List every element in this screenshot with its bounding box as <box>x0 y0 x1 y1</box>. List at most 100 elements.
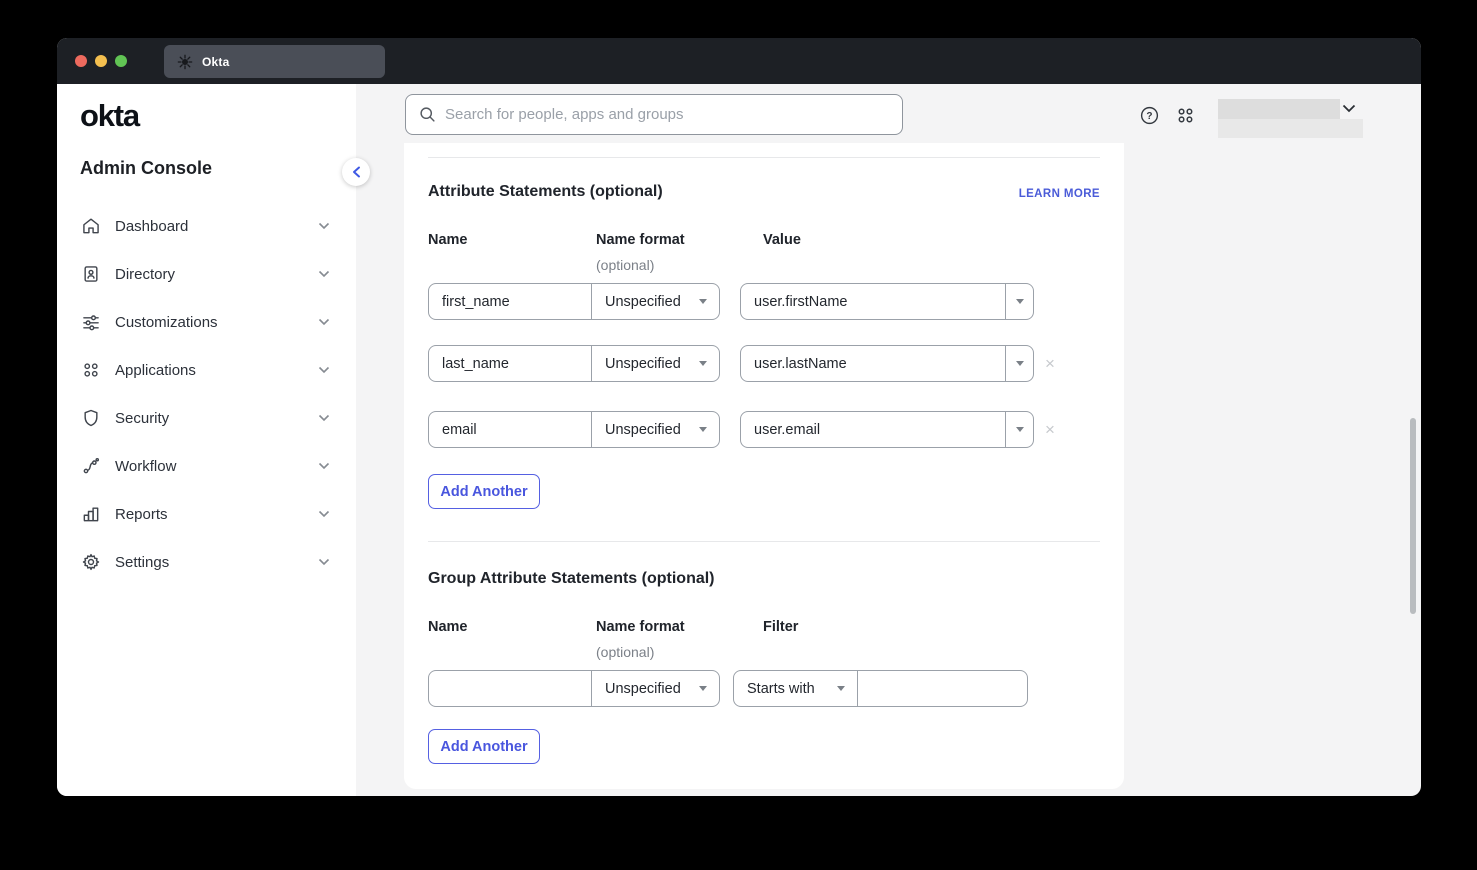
attr-format-value: Unspecified <box>605 356 681 372</box>
add-another-group-attribute-button[interactable]: Add Another <box>428 729 540 764</box>
column-header-name-format: Name format <box>596 232 685 248</box>
filter-operator-value: Starts with <box>747 681 815 697</box>
attribute-row: Unspecified <box>428 345 720 382</box>
caret-down-icon <box>1016 299 1024 304</box>
chevron-down-icon <box>318 558 330 566</box>
group-attribute-row: Unspecified <box>428 670 720 707</box>
remove-row-button[interactable]: × <box>1040 345 1060 382</box>
sidebar-item-label: Workflow <box>115 458 318 475</box>
user-name-redacted <box>1218 99 1340 119</box>
help-icon[interactable]: ? <box>1138 104 1160 126</box>
user-org-redacted <box>1218 119 1363 138</box>
minimize-window-button[interactable] <box>95 55 107 67</box>
search-icon <box>419 106 436 123</box>
sidebar-item-settings[interactable]: Settings <box>57 538 356 586</box>
sidebar-item-label: Customizations <box>115 314 318 331</box>
screen: Okta okta Admin Console Dashboard <box>0 0 1477 870</box>
attr-format-value: Unspecified <box>605 422 681 438</box>
filter-operator-select[interactable]: Starts with <box>734 671 858 706</box>
attr-name-input[interactable] <box>429 412 592 447</box>
attr-value-dropdown-button[interactable] <box>1005 412 1033 447</box>
caret-down-icon <box>1016 427 1024 432</box>
attribute-row: Unspecified <box>428 283 720 320</box>
attribute-statements-title: Attribute Statements (optional) <box>428 183 663 201</box>
directory-icon <box>81 264 101 284</box>
traffic-lights <box>75 55 127 67</box>
sidebar-item-reports[interactable]: Reports <box>57 490 356 538</box>
chevron-down-icon <box>318 270 330 278</box>
sidebar-nav: Dashboard Directory <box>57 202 356 586</box>
attr-value-input[interactable] <box>741 284 1005 319</box>
sidebar-item-label: Directory <box>115 266 318 283</box>
attr-value-dropdown-button[interactable] <box>1005 284 1033 319</box>
attribute-value-combo <box>740 411 1034 448</box>
column-header-name: Name <box>428 619 468 635</box>
column-header-value: Value <box>763 232 801 248</box>
zoom-window-button[interactable] <box>115 55 127 67</box>
attr-format-select[interactable]: Unspecified <box>592 284 719 319</box>
group-attribute-statements-title: Group Attribute Statements (optional) <box>428 570 715 588</box>
sidebar-collapse-button[interactable] <box>342 158 370 186</box>
svg-text:?: ? <box>1146 111 1152 122</box>
sidebar-item-label: Reports <box>115 506 318 523</box>
attribute-row: Unspecified <box>428 411 720 448</box>
attr-value-input[interactable] <box>741 412 1005 447</box>
admin-console-title: Admin Console <box>80 158 212 179</box>
filter-value-input[interactable] <box>858 671 1028 706</box>
attr-name-input[interactable] <box>429 284 592 319</box>
global-search[interactable] <box>405 94 903 135</box>
attr-name-input[interactable] <box>429 346 592 381</box>
sidebar-item-applications[interactable]: Applications <box>57 346 356 394</box>
section-divider <box>428 157 1100 158</box>
group-format-select[interactable]: Unspecified <box>592 671 719 706</box>
column-header-filter: Filter <box>763 619 798 635</box>
group-filter-combo: Starts with <box>733 670 1028 707</box>
attribute-value-combo <box>740 283 1034 320</box>
attr-format-select[interactable]: Unspecified <box>592 412 719 447</box>
app-switcher-icon[interactable] <box>1174 104 1196 126</box>
caret-down-icon <box>699 299 707 304</box>
browser-tab[interactable]: Okta <box>164 45 385 78</box>
chevron-down-icon <box>318 366 330 374</box>
tab-title: Okta <box>202 55 229 69</box>
bar-chart-icon <box>81 504 101 524</box>
sidebar-item-workflow[interactable]: Workflow <box>57 442 356 490</box>
attr-value-input[interactable] <box>741 346 1005 381</box>
remove-row-button[interactable]: × <box>1040 411 1060 448</box>
okta-logo: okta <box>80 98 139 134</box>
column-note-optional: (optional) <box>596 257 654 273</box>
apps-grid-icon <box>81 360 101 380</box>
learn-more-link[interactable]: LEARN MORE <box>1019 188 1100 200</box>
caret-down-icon <box>699 361 707 366</box>
chevron-down-icon <box>318 222 330 230</box>
home-icon <box>81 216 101 236</box>
sliders-icon <box>81 312 101 332</box>
browser-window: Okta okta Admin Console Dashboard <box>57 38 1421 796</box>
sidebar-item-label: Security <box>115 410 318 427</box>
sidebar-item-directory[interactable]: Directory <box>57 250 356 298</box>
section-divider <box>428 541 1100 542</box>
search-input[interactable] <box>445 106 902 123</box>
group-name-input[interactable] <box>429 671 592 706</box>
sidebar-item-dashboard[interactable]: Dashboard <box>57 202 356 250</box>
add-another-attribute-button[interactable]: Add Another <box>428 474 540 509</box>
user-menu-chevron-icon[interactable] <box>1342 100 1356 118</box>
attr-value-dropdown-button[interactable] <box>1005 346 1033 381</box>
close-window-button[interactable] <box>75 55 87 67</box>
sidebar-item-label: Dashboard <box>115 218 318 235</box>
chevron-down-icon <box>318 414 330 422</box>
sidebar: okta Admin Console Dashboard <box>57 84 356 796</box>
shield-icon <box>81 408 101 428</box>
attr-format-value: Unspecified <box>605 294 681 310</box>
sidebar-item-security[interactable]: Security <box>57 394 356 442</box>
caret-down-icon <box>837 686 845 691</box>
attribute-value-combo <box>740 345 1034 382</box>
column-header-name-format: Name format <box>596 619 685 635</box>
column-header-name: Name <box>428 232 468 248</box>
attr-format-select[interactable]: Unspecified <box>592 346 719 381</box>
sidebar-item-customizations[interactable]: Customizations <box>57 298 356 346</box>
workflow-icon <box>81 456 101 476</box>
chevron-down-icon <box>318 462 330 470</box>
vertical-scrollbar[interactable] <box>1410 418 1416 614</box>
chevron-down-icon <box>318 510 330 518</box>
